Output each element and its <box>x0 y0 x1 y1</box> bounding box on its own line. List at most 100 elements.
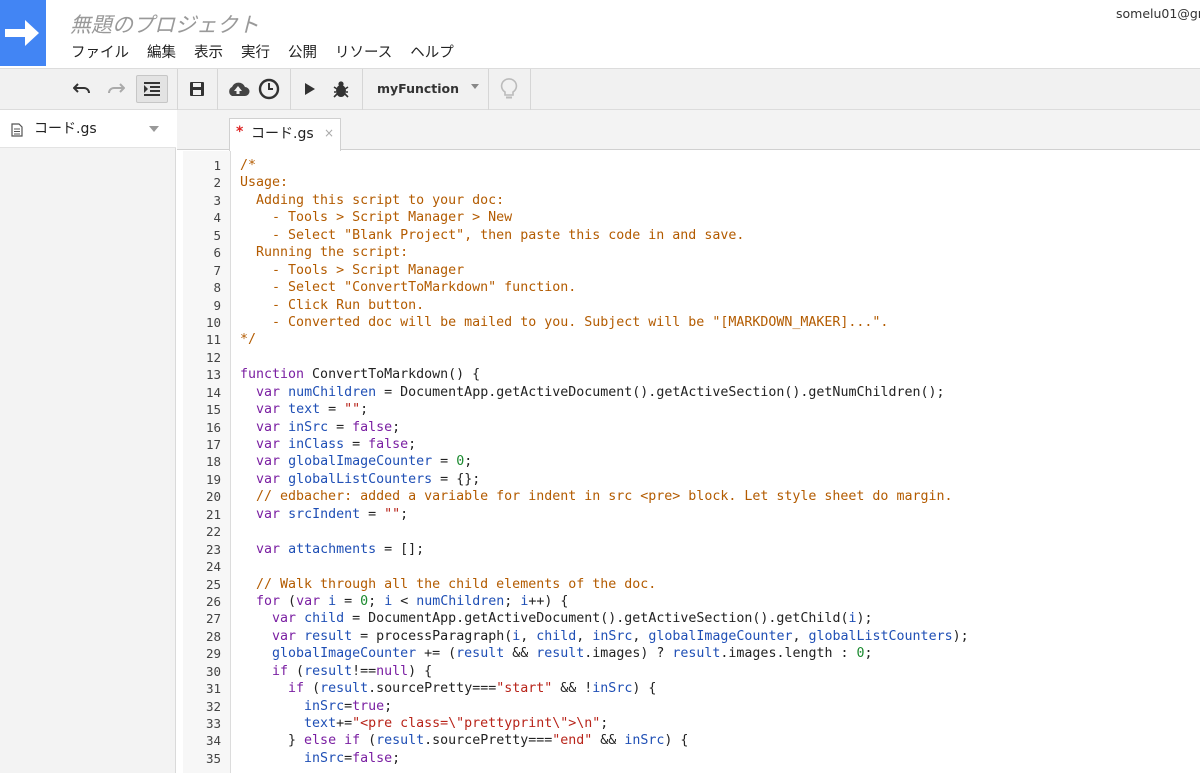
code-line[interactable]: var inSrc = false; <box>240 419 1200 436</box>
debug-button[interactable] <box>328 75 354 103</box>
code-line[interactable] <box>240 349 1200 366</box>
code-line[interactable]: inSrc=false; <box>240 750 1200 767</box>
line-number: 22 <box>205 524 221 540</box>
close-icon[interactable]: × <box>324 126 334 140</box>
code-line[interactable]: - Converted doc will be mailed to you. S… <box>240 314 1200 331</box>
code-line[interactable]: var srcIndent = ""; <box>240 506 1200 523</box>
code-token: = <box>328 419 353 435</box>
line-number: 28 <box>205 628 221 644</box>
line-number: 30 <box>205 663 221 679</box>
run-button[interactable] <box>298 75 322 103</box>
cloud-upload-button[interactable] <box>225 75 251 103</box>
file-item[interactable]: コード.gs <box>0 110 176 148</box>
toolbar: myFunction <box>0 68 1200 110</box>
code-line[interactable]: inSrc=true; <box>240 698 1200 715</box>
code-line[interactable]: - Tools > Script Manager > New <box>240 209 1200 226</box>
code-line[interactable]: var globalImageCounter = 0; <box>240 453 1200 470</box>
code-token: // Walk through all the child elements o… <box>240 576 657 592</box>
menu-publish[interactable]: 公開 <box>287 40 318 63</box>
code-line[interactable]: Adding this script to your doc: <box>240 192 1200 209</box>
code-token: ; <box>464 454 473 470</box>
save-button[interactable] <box>185 75 209 103</box>
code-token: result <box>672 646 721 662</box>
menu-edit[interactable]: 編集 <box>146 40 177 63</box>
code-line[interactable]: var child = DocumentApp.getActiveDocumen… <box>240 610 1200 627</box>
code-editor[interactable]: /* Usage: Adding this script to your doc:… <box>240 157 1200 767</box>
code-token: "<pre class=\"prettyprint\">\n" <box>352 716 601 731</box>
code-line[interactable]: if (result!==null) { <box>240 663 1200 680</box>
project-title[interactable]: 無題のプロジェクト <box>70 9 259 39</box>
code-token: Running the script: <box>240 245 409 261</box>
menu-view[interactable]: 表示 <box>193 40 224 63</box>
code-line[interactable]: - Tools > Script Manager <box>240 262 1200 279</box>
undo-button[interactable] <box>70 75 94 103</box>
code-line[interactable]: - Select "ConvertToMarkdown" function. <box>240 279 1200 296</box>
lightbulb-button[interactable] <box>496 75 522 103</box>
code-token: - Tools > Script Manager > New <box>240 210 513 226</box>
code-line[interactable]: var inClass = false; <box>240 436 1200 453</box>
code-line[interactable]: Running the script: <box>240 244 1200 261</box>
code-line[interactable]: var globalListCounters = {}; <box>240 471 1200 488</box>
code-token: i <box>328 593 337 609</box>
code-line[interactable]: function ConvertToMarkdown() { <box>240 366 1200 383</box>
code-line[interactable]: } else if (result.sourcePretty==="end" &… <box>240 732 1200 749</box>
code-line[interactable]: text+="<pre class=\"prettyprint\">\n"; <box>240 715 1200 732</box>
code-token: numChildren <box>416 593 505 609</box>
tab-code-gs[interactable]: * コード.gs × <box>229 118 341 151</box>
code-line[interactable]: - Click Run button. <box>240 297 1200 314</box>
code-line[interactable] <box>240 523 1200 540</box>
code-line[interactable]: globalImageCounter += (result && result.… <box>240 645 1200 662</box>
code-line[interactable] <box>240 558 1200 575</box>
function-select[interactable]: myFunction <box>368 77 486 101</box>
apps-script-logo[interactable] <box>0 0 46 66</box>
code-line[interactable]: var numChildren = DocumentApp.getActiveD… <box>240 384 1200 401</box>
code-token: // edbacher: added a variable for indent… <box>240 489 953 505</box>
code-line[interactable]: var attachments = []; <box>240 541 1200 558</box>
chevron-down-icon[interactable] <box>149 126 159 132</box>
code-line[interactable]: // Walk through all the child elements o… <box>240 576 1200 593</box>
menu-file[interactable]: ファイル <box>70 40 130 63</box>
code-line[interactable]: */ <box>240 331 1200 348</box>
code-line[interactable]: if (result.sourcePretty==="start" && !in… <box>240 680 1200 697</box>
code-line[interactable]: var text = ""; <box>240 401 1200 418</box>
code-line[interactable]: /* <box>240 157 1200 174</box>
code-token: ; <box>368 593 385 609</box>
code-line[interactable]: - Select "Blank Project", then paste thi… <box>240 227 1200 244</box>
code-token: inSrc <box>288 419 329 435</box>
code-token: var <box>272 611 297 627</box>
code-token: ; <box>384 698 393 714</box>
code-token: var <box>256 419 281 435</box>
code-token: ); <box>856 611 873 627</box>
menu-help[interactable]: ヘルプ <box>409 40 455 63</box>
code-token: ; <box>360 402 369 418</box>
code-token: "" <box>344 402 361 418</box>
line-number: 5 <box>213 227 221 243</box>
code-token: Usage: <box>240 175 289 191</box>
code-token: result <box>304 663 353 679</box>
menu-run[interactable]: 実行 <box>240 40 271 63</box>
code-line[interactable]: // edbacher: added a variable for indent… <box>240 488 1200 505</box>
triggers-button[interactable] <box>256 75 282 103</box>
line-number: 32 <box>205 698 221 714</box>
code-token: inSrc <box>304 750 345 766</box>
code-token: false <box>352 750 393 766</box>
app-header: 無題のプロジェクト somelu01@gm ファイル 編集 表示 実行 公開 リ… <box>0 0 1200 68</box>
code-token: if <box>272 663 289 679</box>
code-token: .images.length : <box>720 646 857 662</box>
code-token: , <box>632 628 649 644</box>
code-token: var <box>272 628 297 644</box>
menu-resources[interactable]: リソース <box>334 40 393 63</box>
indent-button[interactable] <box>136 75 168 103</box>
line-number: 19 <box>205 471 221 487</box>
account-email[interactable]: somelu01@gm <box>1116 6 1200 21</box>
code-line[interactable]: for (var i = 0; i < numChildren; i++) { <box>240 593 1200 610</box>
code-line[interactable]: Usage: <box>240 174 1200 191</box>
code-token: result <box>320 681 369 697</box>
code-line[interactable]: var result = processParagraph(i, child, … <box>240 628 1200 645</box>
redo-button[interactable] <box>104 75 128 103</box>
